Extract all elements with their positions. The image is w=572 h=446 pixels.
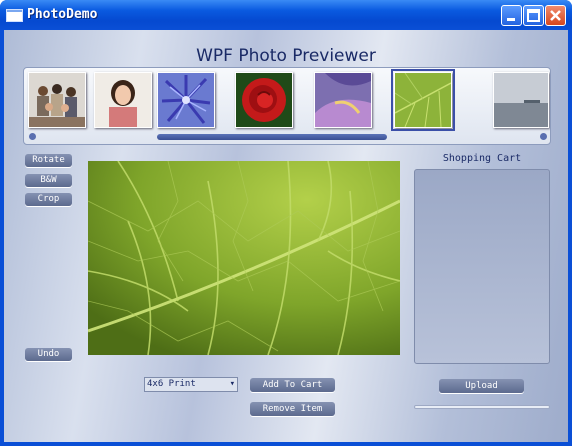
- portrait-photo-image: [95, 73, 151, 127]
- minimize-icon: [507, 18, 515, 21]
- shopping-cart-title: Shopping Cart: [442, 153, 522, 164]
- close-button[interactable]: [545, 5, 566, 26]
- blue-flowers-image: [158, 73, 214, 127]
- close-icon: [550, 10, 561, 21]
- thumbnail-blue-flowers[interactable]: [157, 72, 215, 128]
- scroll-left-button[interactable]: [29, 133, 36, 140]
- app-window-icon: [6, 9, 23, 22]
- maximize-icon: [527, 9, 540, 22]
- photo-filmstrip[interactable]: [23, 67, 551, 145]
- scrollbar-thumb[interactable]: [157, 134, 387, 140]
- thumbnail-family-group[interactable]: [28, 72, 86, 128]
- thumbnail-grey-seascape[interactable]: [493, 72, 549, 128]
- red-rose-image: [236, 73, 292, 127]
- page-title: WPF Photo Previewer: [196, 46, 376, 66]
- upload-button[interactable]: Upload: [439, 379, 524, 393]
- thumbnail-green-leaf[interactable]: [391, 69, 455, 131]
- print-size-value: 4x6 Print: [147, 379, 196, 389]
- crop-button[interactable]: Crop: [25, 193, 72, 206]
- maximize-button[interactable]: [523, 5, 544, 26]
- add-to-cart-button[interactable]: Add To Cart: [250, 378, 335, 392]
- remove-item-button[interactable]: Remove Item: [250, 402, 335, 416]
- photo-preview: [88, 161, 400, 355]
- undo-button[interactable]: Undo: [25, 348, 72, 361]
- rotate-button[interactable]: Rotate: [25, 154, 72, 167]
- bw-button[interactable]: B&W: [25, 174, 72, 187]
- leaf-preview-image: [88, 161, 400, 355]
- minimize-button[interactable]: [501, 5, 522, 26]
- print-size-dropdown[interactable]: 4x6 Print ▾: [144, 377, 238, 392]
- thumbnail-red-rose[interactable]: [235, 72, 293, 128]
- thumbnail-woman-portrait[interactable]: [94, 72, 152, 128]
- thumbnail-purple-petals[interactable]: [314, 72, 372, 128]
- scroll-right-button[interactable]: [540, 133, 547, 140]
- filmstrip-scrollbar[interactable]: [29, 133, 547, 141]
- family-photo-image: [29, 73, 85, 127]
- client-area: WPF Photo Previewer Rotate B&W Crop Undo…: [4, 30, 568, 442]
- chevron-down-icon: ▾: [229, 379, 235, 389]
- upload-progress-bar: [414, 405, 550, 409]
- purple-petals-image: [315, 73, 371, 127]
- title-bar[interactable]: PhotoDemo: [0, 0, 572, 30]
- green-leaf-image: [394, 72, 452, 128]
- shopping-cart-list[interactable]: [414, 169, 550, 364]
- window-title: PhotoDemo: [27, 7, 98, 22]
- seascape-image: [494, 73, 548, 127]
- app-window: PhotoDemo WPF Photo Previewer Rotate B&W…: [0, 0, 572, 446]
